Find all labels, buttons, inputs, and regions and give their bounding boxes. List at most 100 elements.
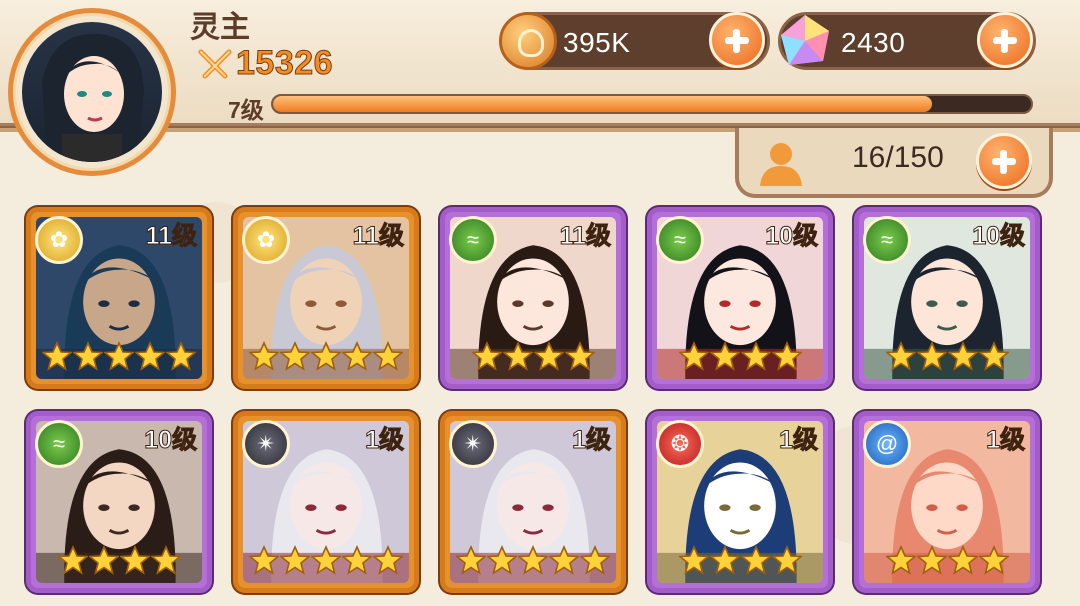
swirl-faction-icon: @ xyxy=(863,420,911,468)
star-icon xyxy=(578,545,612,580)
rose-faction-icon: ✿ xyxy=(242,216,290,264)
coin-icon xyxy=(499,12,557,70)
star-rating xyxy=(859,341,1035,376)
star-icon xyxy=(56,545,89,580)
add-gems-button[interactable] xyxy=(977,12,1033,68)
star-icon xyxy=(739,341,772,376)
hero-capacity-value: 16/150 xyxy=(852,141,944,174)
star-rating xyxy=(445,341,621,376)
hero-card[interactable]: ≈11级 xyxy=(440,207,626,389)
rose-faction-icon: ✿ xyxy=(35,216,83,264)
star-icon xyxy=(884,545,917,580)
hero-card[interactable]: ❂ 1级 xyxy=(647,411,833,593)
star-rating xyxy=(445,545,621,580)
star-icon xyxy=(532,341,565,376)
xp-progress-bar xyxy=(271,94,1033,114)
hero-level: 1级 xyxy=(365,426,405,455)
star-icon xyxy=(278,545,312,580)
leaf-faction-icon: ≈ xyxy=(863,216,911,264)
hero-card[interactable]: ≈10级 xyxy=(854,207,1040,389)
gem-counter: 2430 xyxy=(778,12,1036,70)
star-icon xyxy=(371,341,405,376)
flame-faction-icon: ❂ xyxy=(656,420,704,468)
hero-level: 1级 xyxy=(572,426,612,455)
star-icon xyxy=(340,545,374,580)
hero-level: 10级 xyxy=(765,222,819,251)
combat-power: 15326 xyxy=(235,44,334,83)
gem-icon xyxy=(781,15,829,65)
star-icon xyxy=(247,341,281,376)
hero-card[interactable]: ✴ 1级 xyxy=(233,411,419,593)
star-icon xyxy=(946,341,979,376)
star-rating xyxy=(31,341,207,376)
expand-capacity-button[interactable] xyxy=(976,133,1032,189)
star-icon xyxy=(516,545,550,580)
star-icon xyxy=(340,341,374,376)
star-icon xyxy=(371,545,405,580)
star-icon xyxy=(485,545,519,580)
star-icon xyxy=(977,341,1010,376)
player-name: 灵主 xyxy=(190,11,250,44)
crossed-swords-icon xyxy=(198,49,232,79)
star-icon xyxy=(309,341,343,376)
star-icon xyxy=(739,545,772,580)
person-icon xyxy=(760,143,802,186)
star-icon xyxy=(149,545,182,580)
star-rating xyxy=(31,545,207,580)
hero-card[interactable]: ✿ 11级 xyxy=(26,207,212,389)
star-icon xyxy=(547,545,581,580)
star-icon xyxy=(563,341,596,376)
xp-progress-fill xyxy=(273,96,933,112)
leaf-faction-icon: ≈ xyxy=(449,216,497,264)
gem-value: 2430 xyxy=(841,27,906,58)
web-faction-icon: ✴ xyxy=(242,420,290,468)
star-icon xyxy=(278,341,312,376)
hero-level: 11级 xyxy=(145,222,197,251)
hero-level: 11级 xyxy=(559,222,611,251)
star-icon xyxy=(118,545,151,580)
hero-card[interactable]: ≈10级 xyxy=(26,411,212,593)
star-rating xyxy=(859,545,1035,580)
star-icon xyxy=(915,545,948,580)
hero-card[interactable]: ✴ 1级 xyxy=(440,411,626,593)
web-faction-icon: ✴ xyxy=(449,420,497,468)
star-icon xyxy=(977,545,1010,580)
star-icon xyxy=(770,341,803,376)
star-icon xyxy=(40,341,74,376)
star-icon xyxy=(501,341,534,376)
hero-level: 10级 xyxy=(144,426,198,455)
hero-level: 10级 xyxy=(972,222,1026,251)
star-icon xyxy=(770,545,803,580)
player-level: 7级 xyxy=(228,97,264,123)
star-icon xyxy=(884,341,917,376)
hero-level: 11级 xyxy=(352,222,404,251)
star-icon xyxy=(946,545,979,580)
star-icon xyxy=(309,545,343,580)
star-rating xyxy=(652,341,828,376)
star-icon xyxy=(454,545,488,580)
player-avatar[interactable] xyxy=(22,22,162,162)
star-icon xyxy=(164,341,198,376)
star-icon xyxy=(133,341,167,376)
star-rating xyxy=(652,545,828,580)
hero-level: 1级 xyxy=(986,426,1026,455)
hero-card[interactable]: ✿ 11级 xyxy=(233,207,419,389)
star-rating xyxy=(238,341,414,376)
star-icon xyxy=(71,341,105,376)
hero-capacity: 16/150 xyxy=(748,133,1033,189)
star-icon xyxy=(102,341,136,376)
star-icon xyxy=(247,545,281,580)
star-icon xyxy=(915,341,948,376)
hero-card[interactable]: ≈10级 xyxy=(647,207,833,389)
hero-card[interactable]: @1级 xyxy=(854,411,1040,593)
star-rating xyxy=(238,545,414,580)
star-icon xyxy=(87,545,120,580)
leaf-faction-icon: ≈ xyxy=(656,216,704,264)
add-coins-button[interactable] xyxy=(709,12,765,68)
coin-value: 395K xyxy=(563,27,631,58)
star-icon xyxy=(708,341,741,376)
star-icon xyxy=(677,545,710,580)
star-icon xyxy=(470,341,503,376)
star-icon xyxy=(677,341,710,376)
coin-counter: 395K xyxy=(499,12,770,70)
